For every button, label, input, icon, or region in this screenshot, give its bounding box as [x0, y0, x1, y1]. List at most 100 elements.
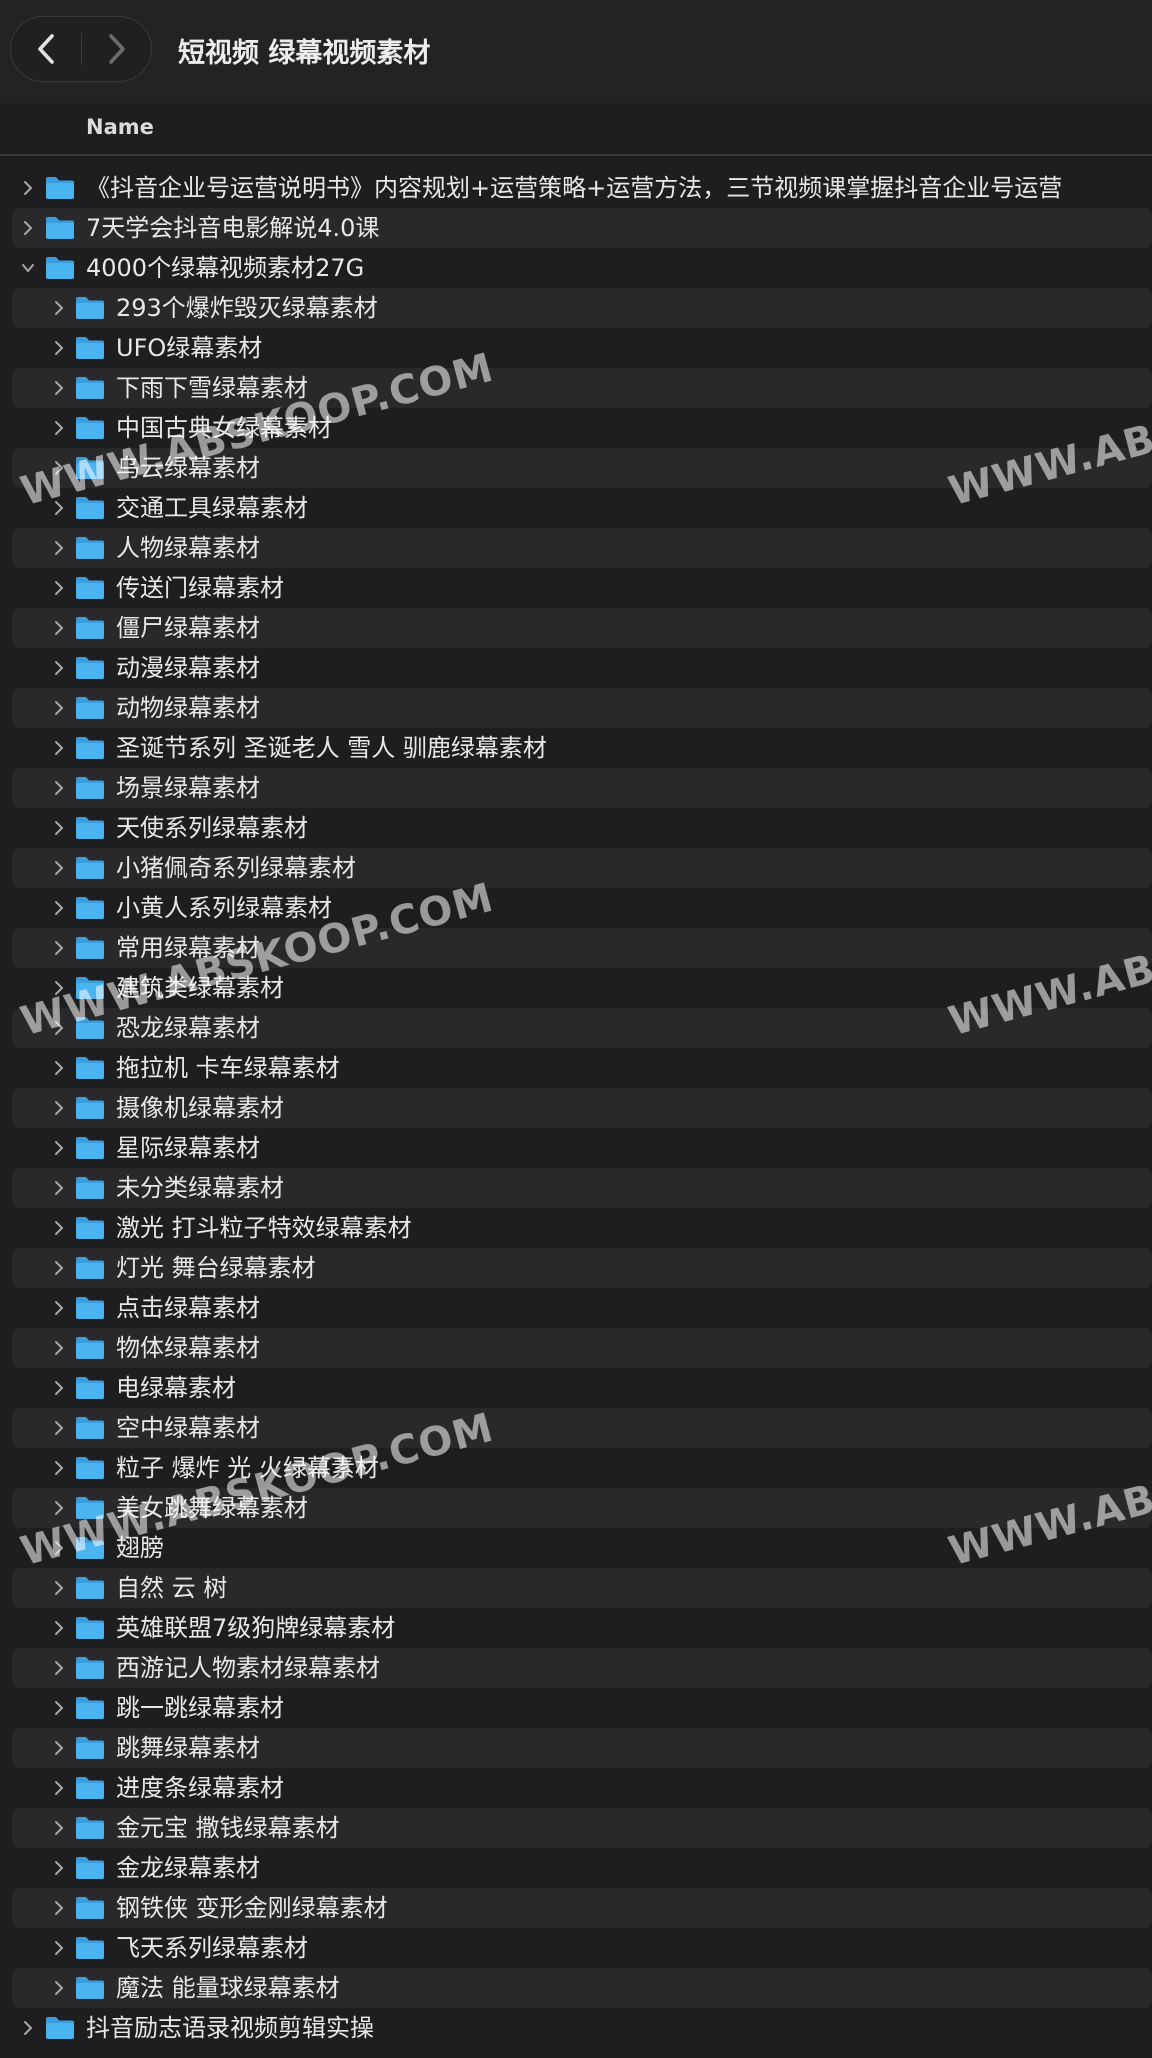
disclosure-toggle[interactable] — [49, 1898, 69, 1918]
disclosure-toggle[interactable] — [49, 1058, 69, 1078]
disclosure-toggle[interactable] — [49, 1858, 69, 1878]
item-name: 未分类绿幕素材 — [116, 1174, 284, 1202]
disclosure-toggle[interactable] — [49, 1018, 69, 1038]
disclosure-toggle[interactable] — [49, 1578, 69, 1598]
disclosure-toggle[interactable] — [49, 578, 69, 598]
list-item[interactable]: 钢铁侠 变形金刚绿幕素材 — [0, 1888, 1152, 1928]
disclosure-toggle[interactable] — [49, 1378, 69, 1398]
disclosure-toggle[interactable] — [49, 498, 69, 518]
disclosure-toggle[interactable] — [49, 898, 69, 918]
list-item[interactable]: 传送门绿幕素材 — [0, 568, 1152, 608]
disclosure-toggle[interactable] — [18, 2018, 38, 2038]
disclosure-toggle[interactable] — [49, 978, 69, 998]
disclosure-toggle[interactable] — [49, 1778, 69, 1798]
disclosure-toggle[interactable] — [49, 1978, 69, 1998]
list-item[interactable]: 英雄联盟7级狗牌绿幕素材 — [0, 1608, 1152, 1648]
disclosure-toggle[interactable] — [49, 1258, 69, 1278]
list-item[interactable]: 金元宝 撒钱绿幕素材 — [0, 1808, 1152, 1848]
list-item[interactable]: 电绿幕素材 — [0, 1368, 1152, 1408]
list-item[interactable]: 物体绿幕素材 — [0, 1328, 1152, 1368]
list-item[interactable]: 人物绿幕素材 — [0, 528, 1152, 568]
disclosure-toggle[interactable] — [49, 1178, 69, 1198]
list-item[interactable]: 下雨下雪绿幕素材 — [0, 368, 1152, 408]
disclosure-toggle[interactable] — [49, 1418, 69, 1438]
list-item[interactable]: 未分类绿幕素材 — [0, 1168, 1152, 1208]
disclosure-toggle[interactable] — [49, 458, 69, 478]
list-item[interactable]: 金龙绿幕素材 — [0, 1848, 1152, 1888]
list-item[interactable]: 小猪佩奇系列绿幕素材 — [0, 848, 1152, 888]
list-item[interactable]: 场景绿幕素材 — [0, 768, 1152, 808]
list-item[interactable]: 4000个绿幕视频素材27G — [0, 248, 1152, 288]
list-item[interactable]: 交通工具绿幕素材 — [0, 488, 1152, 528]
disclosure-toggle[interactable] — [18, 258, 38, 278]
list-item[interactable]: 星际绿幕素材 — [0, 1128, 1152, 1168]
disclosure-toggle[interactable] — [49, 1498, 69, 1518]
disclosure-toggle[interactable] — [49, 1458, 69, 1478]
list-item[interactable]: 美女跳舞绿幕素材 — [0, 1488, 1152, 1528]
back-button[interactable] — [11, 17, 81, 81]
disclosure-toggle[interactable] — [49, 538, 69, 558]
list-item[interactable]: 乌云绿幕素材 — [0, 448, 1152, 488]
list-item[interactable]: 建筑类绿幕素材 — [0, 968, 1152, 1008]
list-item[interactable]: 僵尸绿幕素材 — [0, 608, 1152, 648]
disclosure-toggle[interactable] — [49, 738, 69, 758]
list-item[interactable]: 自然 云 树 — [0, 1568, 1152, 1608]
disclosure-toggle[interactable] — [49, 1618, 69, 1638]
list-item[interactable]: 常用绿幕素材 — [0, 928, 1152, 968]
disclosure-toggle[interactable] — [49, 338, 69, 358]
list-item[interactable]: 飞天系列绿幕素材 — [0, 1928, 1152, 1968]
list-item[interactable]: 动物绿幕素材 — [0, 688, 1152, 728]
disclosure-toggle[interactable] — [49, 1698, 69, 1718]
list-item[interactable]: 摄像机绿幕素材 — [0, 1088, 1152, 1128]
disclosure-toggle[interactable] — [49, 1538, 69, 1558]
list-item[interactable]: 天使系列绿幕素材 — [0, 808, 1152, 848]
disclosure-toggle[interactable] — [18, 218, 38, 238]
list-item[interactable]: 跳舞绿幕素材 — [0, 1728, 1152, 1768]
disclosure-toggle[interactable] — [49, 818, 69, 838]
disclosure-toggle[interactable] — [49, 1658, 69, 1678]
forward-button[interactable] — [82, 17, 152, 81]
disclosure-toggle[interactable] — [49, 1098, 69, 1118]
list-item[interactable]: 空中绿幕素材 — [0, 1408, 1152, 1448]
list-item[interactable]: 进度条绿幕素材 — [0, 1768, 1152, 1808]
disclosure-toggle[interactable] — [49, 1298, 69, 1318]
disclosure-toggle[interactable] — [49, 778, 69, 798]
disclosure-toggle[interactable] — [49, 298, 69, 318]
disclosure-toggle[interactable] — [49, 1938, 69, 1958]
list-item[interactable]: 西游记人物素材绿幕素材 — [0, 1648, 1152, 1688]
list-item[interactable]: 粒子 爆炸 光 火绿幕素材 — [0, 1448, 1152, 1488]
disclosure-toggle[interactable] — [49, 1218, 69, 1238]
disclosure-toggle[interactable] — [49, 1738, 69, 1758]
disclosure-toggle[interactable] — [49, 1338, 69, 1358]
disclosure-toggle[interactable] — [49, 938, 69, 958]
disclosure-toggle[interactable] — [18, 178, 38, 198]
disclosure-toggle[interactable] — [49, 858, 69, 878]
disclosure-toggle[interactable] — [49, 378, 69, 398]
list-item[interactable]: 动漫绿幕素材 — [0, 648, 1152, 688]
list-item[interactable]: 灯光 舞台绿幕素材 — [0, 1248, 1152, 1288]
item-name: 7天学会抖音电影解说4.0课 — [86, 214, 380, 242]
disclosure-toggle[interactable] — [49, 658, 69, 678]
list-item[interactable]: 魔法 能量球绿幕素材 — [0, 1968, 1152, 2008]
disclosure-toggle[interactable] — [49, 618, 69, 638]
disclosure-toggle[interactable] — [49, 698, 69, 718]
list-item[interactable]: 恐龙绿幕素材 — [0, 1008, 1152, 1048]
list-item[interactable]: 293个爆炸毁灭绿幕素材 — [0, 288, 1152, 328]
disclosure-toggle[interactable] — [49, 1818, 69, 1838]
list-item[interactable]: 《抖音企业号运营说明书》内容规划+运营策略+运营方法，三节视频课掌握抖音企业号运… — [0, 168, 1152, 208]
list-item[interactable]: 激光 打斗粒子特效绿幕素材 — [0, 1208, 1152, 1248]
list-item[interactable]: 拖拉机 卡车绿幕素材 — [0, 1048, 1152, 1088]
disclosure-toggle[interactable] — [49, 418, 69, 438]
list-item[interactable]: 翅膀 — [0, 1528, 1152, 1568]
list-item[interactable]: 圣诞节系列 圣诞老人 雪人 驯鹿绿幕素材 — [0, 728, 1152, 768]
item-name: 恐龙绿幕素材 — [116, 1014, 260, 1042]
disclosure-toggle[interactable] — [49, 1138, 69, 1158]
list-item[interactable]: 小黄人系列绿幕素材 — [0, 888, 1152, 928]
column-header-name[interactable]: Name — [86, 115, 154, 139]
list-item[interactable]: 抖音励志语录视频剪辑实操 — [0, 2008, 1152, 2048]
list-item[interactable]: UFO绿幕素材 — [0, 328, 1152, 368]
list-item[interactable]: 点击绿幕素材 — [0, 1288, 1152, 1328]
list-item[interactable]: 跳一跳绿幕素材 — [0, 1688, 1152, 1728]
list-item[interactable]: 7天学会抖音电影解说4.0课 — [0, 208, 1152, 248]
list-item[interactable]: 中国古典女绿幕素材 — [0, 408, 1152, 448]
